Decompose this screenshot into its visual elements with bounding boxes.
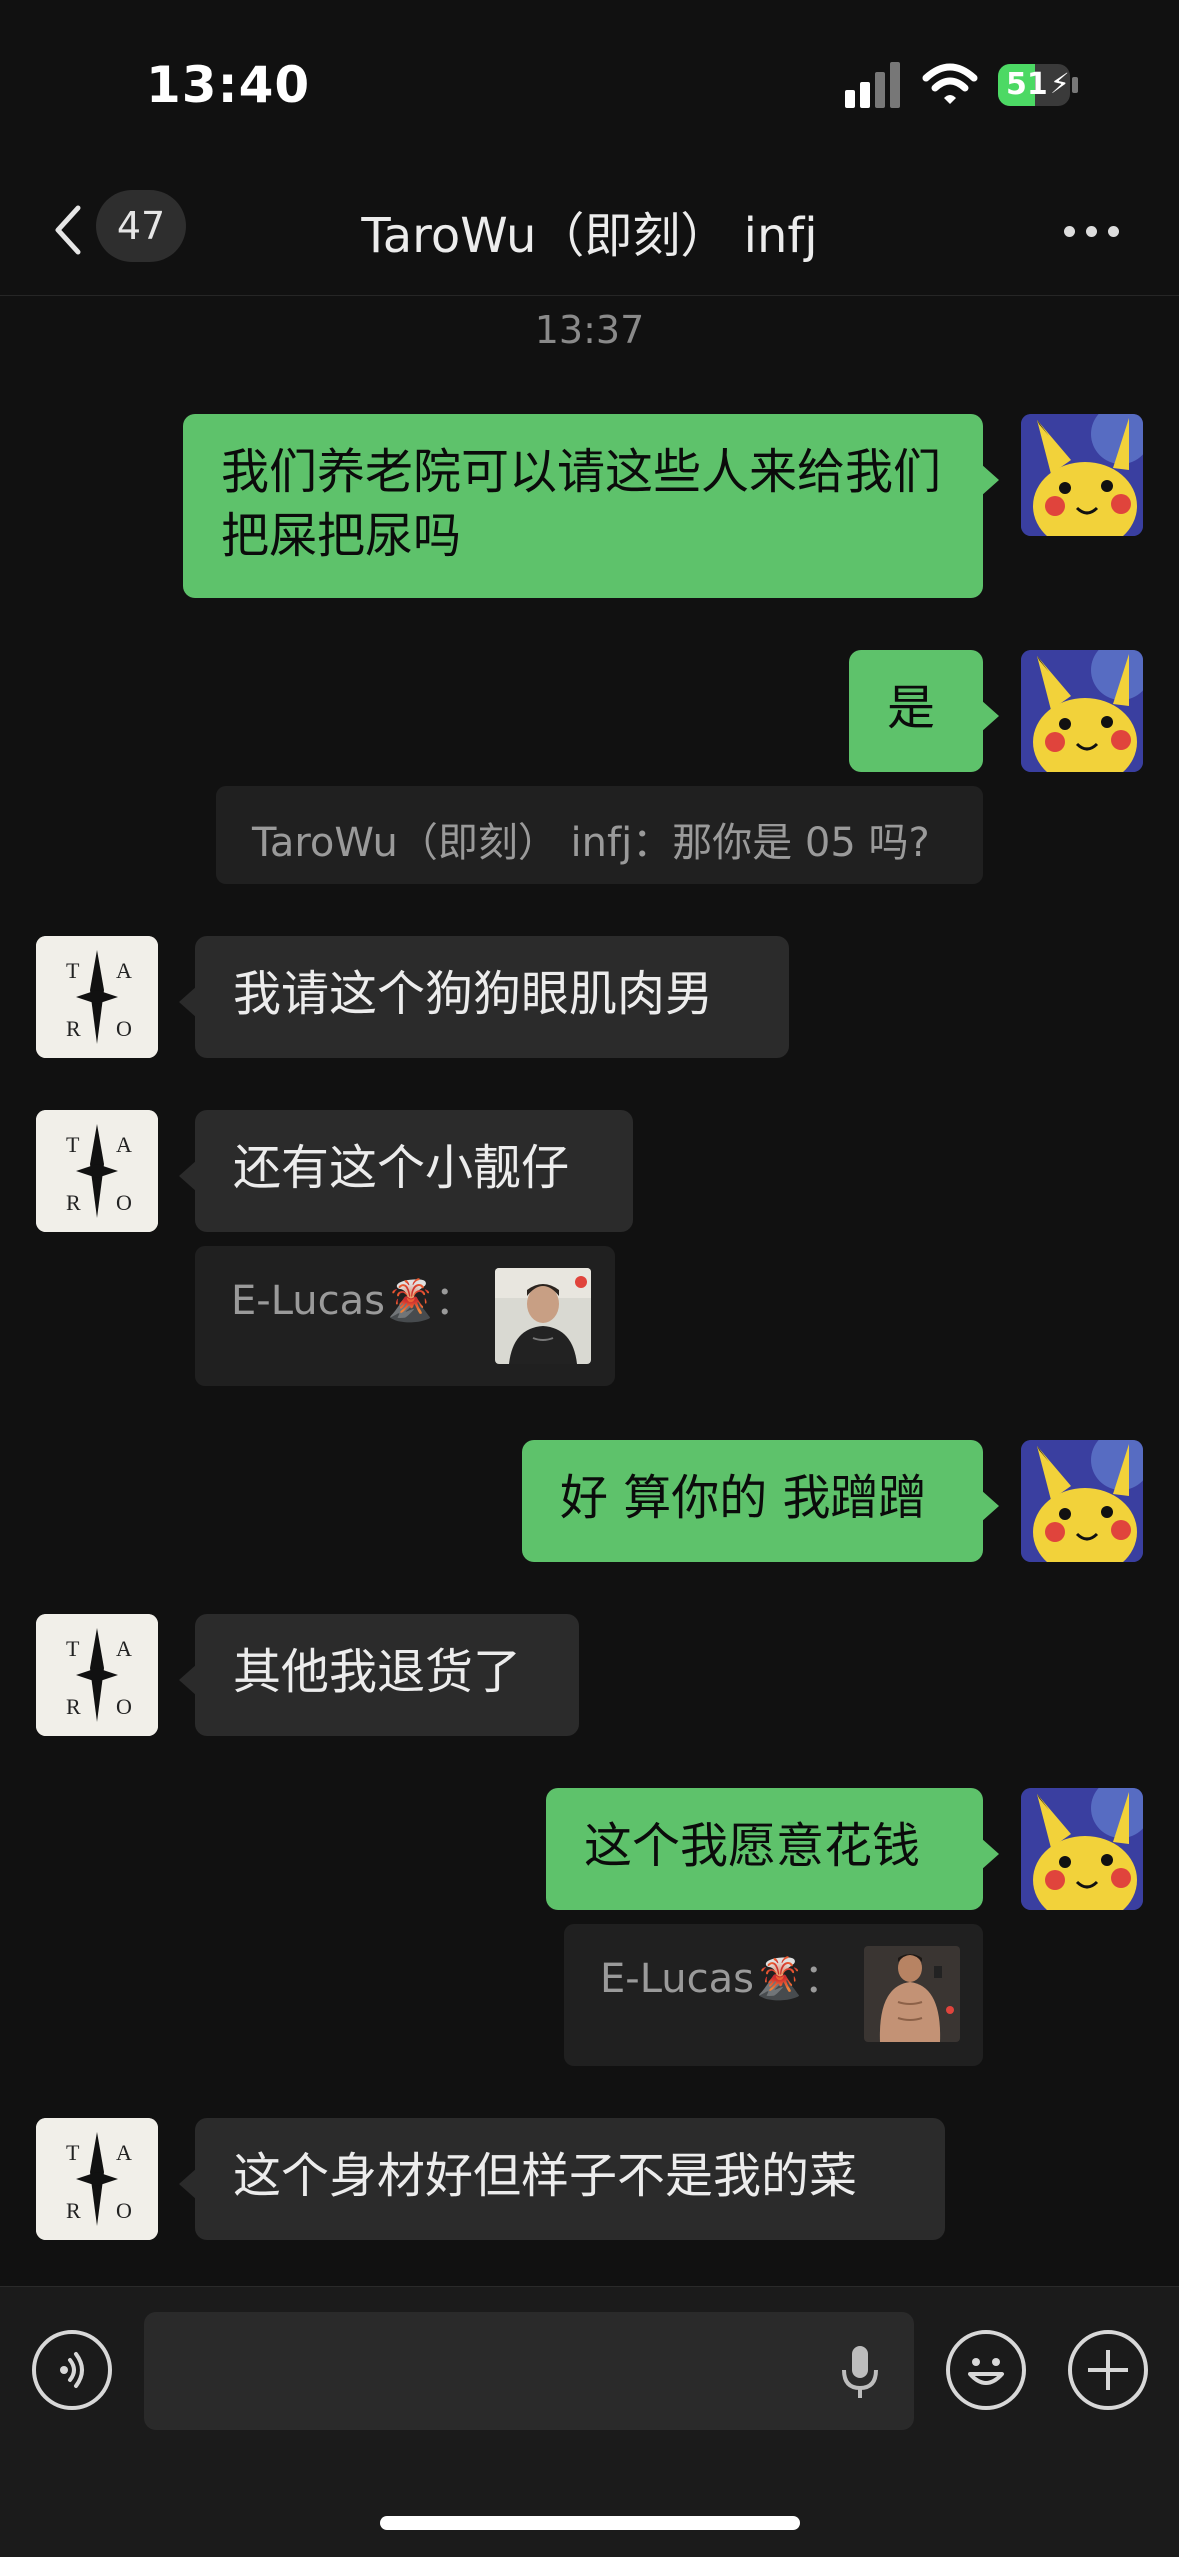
quoted-image-thumbnail[interactable] bbox=[495, 1268, 591, 1364]
svg-text:A: A bbox=[116, 1636, 132, 1661]
svg-text:R: R bbox=[66, 1190, 81, 1215]
charging-bolt-icon: ⚡ bbox=[1050, 67, 1070, 100]
contact-avatar[interactable]: T A R O bbox=[36, 2118, 158, 2240]
quoted-image-thumbnail[interactable] bbox=[864, 1946, 960, 2042]
cellular-signal-icon bbox=[845, 58, 905, 108]
svg-text:R: R bbox=[66, 1016, 81, 1041]
my-avatar[interactable] bbox=[1021, 414, 1143, 536]
incoming-message[interactable]: 这个身材好但样子不是我的菜 bbox=[179, 2118, 945, 2240]
person-photo-icon bbox=[495, 1268, 591, 1364]
message-text: 其他我退货了 bbox=[233, 1644, 522, 1700]
outgoing-message[interactable]: 这个我愿意花钱 bbox=[546, 1788, 999, 1910]
message-text: 我们养老院可以请这些人来给我们把屎把尿吗 bbox=[221, 444, 942, 564]
pikachu-avatar-icon bbox=[1021, 1440, 1143, 1562]
microphone-icon[interactable] bbox=[836, 2342, 884, 2402]
svg-text:T: T bbox=[66, 2140, 80, 2165]
svg-text:O: O bbox=[116, 1694, 132, 1719]
message-text: 还有这个小靓仔 bbox=[233, 1140, 570, 1196]
message-text: 我请这个狗狗眼肌肉男 bbox=[233, 966, 714, 1022]
home-indicator bbox=[380, 2516, 800, 2530]
outgoing-message[interactable]: 好 算你的 我蹭蹭 bbox=[522, 1440, 999, 1562]
plus-icon[interactable] bbox=[1068, 2330, 1148, 2410]
message-text: 这个我愿意花钱 bbox=[584, 1818, 921, 1874]
wifi-icon bbox=[922, 63, 978, 104]
incoming-message[interactable]: 我请这个狗狗眼肌肉男 bbox=[179, 936, 789, 1058]
quote-text: E-Lucas🌋： bbox=[600, 1956, 844, 2002]
voice-toggle-icon[interactable] bbox=[32, 2330, 112, 2410]
chat-title: TaroWu（即刻） infj bbox=[361, 208, 818, 264]
contact-avatar[interactable]: T A R O bbox=[36, 1110, 158, 1232]
svg-text:O: O bbox=[116, 1190, 132, 1215]
my-avatar[interactable] bbox=[1021, 1440, 1143, 1562]
svg-text:T: T bbox=[66, 1636, 80, 1661]
taro-logo-icon: T A R O bbox=[36, 2118, 158, 2240]
outgoing-message[interactable]: 是 bbox=[849, 650, 999, 772]
quote-text: TaroWu（即刻） infj：那你是 05 吗? bbox=[252, 820, 930, 866]
message-text: 好 算你的 我蹭蹭 bbox=[560, 1470, 927, 1526]
message-text: 是 bbox=[887, 680, 936, 736]
person-photo-icon bbox=[864, 1946, 960, 2042]
contact-avatar[interactable]: T A R O bbox=[36, 936, 158, 1058]
taro-logo-icon: T A R O bbox=[36, 936, 158, 1058]
svg-text:T: T bbox=[66, 1132, 80, 1157]
pikachu-avatar-icon bbox=[1021, 1788, 1143, 1910]
taro-logo-icon: T A R O bbox=[36, 1110, 158, 1232]
battery-icon: 51 ⚡ bbox=[998, 64, 1078, 106]
taro-logo-icon: T A R O bbox=[36, 1614, 158, 1736]
ellipsis-icon[interactable] bbox=[1064, 222, 1130, 241]
my-avatar[interactable] bbox=[1021, 1788, 1143, 1910]
emoji-icon[interactable] bbox=[946, 2330, 1026, 2410]
outgoing-message[interactable]: 我们养老院可以请这些人来给我们把屎把尿吗 bbox=[183, 414, 999, 598]
pikachu-avatar-icon bbox=[1021, 650, 1143, 772]
svg-text:O: O bbox=[116, 1016, 132, 1041]
contact-avatar[interactable]: T A R O bbox=[36, 1614, 158, 1736]
svg-text:R: R bbox=[66, 1694, 81, 1719]
incoming-message[interactable]: 还有这个小靓仔 bbox=[179, 1110, 633, 1232]
my-avatar[interactable] bbox=[1021, 650, 1143, 772]
quoted-message[interactable]: E-Lucas🌋： bbox=[195, 1246, 615, 1386]
svg-text:A: A bbox=[116, 2140, 132, 2165]
svg-text:R: R bbox=[66, 2198, 81, 2223]
battery-level: 51 bbox=[1006, 67, 1048, 102]
svg-text:T: T bbox=[66, 958, 80, 983]
message-text: 这个身材好但样子不是我的菜 bbox=[233, 2148, 858, 2204]
quoted-message[interactable]: TaroWu（即刻） infj：那你是 05 吗? bbox=[216, 786, 983, 884]
svg-text:O: O bbox=[116, 2198, 132, 2223]
svg-text:A: A bbox=[116, 1132, 132, 1157]
svg-text:A: A bbox=[116, 958, 132, 983]
message-timestamp: 13:37 bbox=[534, 308, 645, 352]
quoted-message[interactable]: E-Lucas🌋： bbox=[564, 1924, 983, 2066]
pikachu-avatar-icon bbox=[1021, 414, 1143, 536]
quote-text: E-Lucas🌋： bbox=[231, 1278, 475, 1324]
incoming-message[interactable]: 其他我退货了 bbox=[179, 1614, 579, 1736]
message-input[interactable] bbox=[144, 2312, 914, 2430]
status-time: 13:40 bbox=[146, 56, 311, 114]
